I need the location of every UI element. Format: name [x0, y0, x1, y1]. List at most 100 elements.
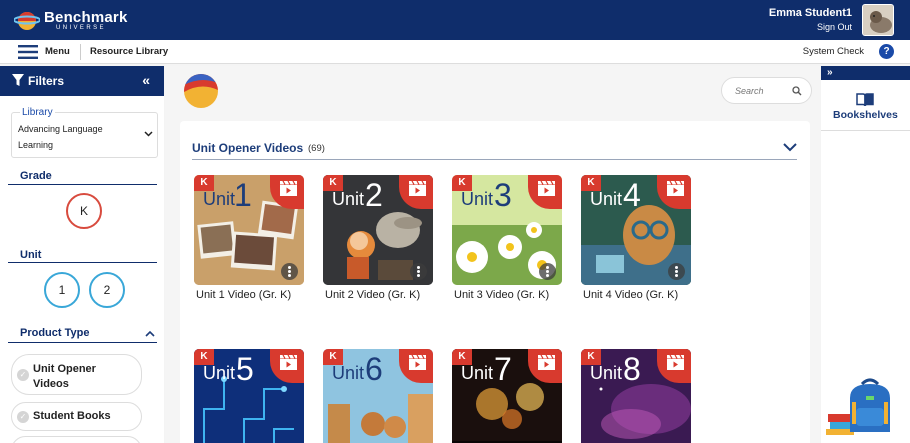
section-count: (69) [308, 143, 325, 154]
video-thumbnail[interactable]: Unit 7 K [452, 349, 562, 443]
product-type-divider [8, 342, 157, 343]
unit-word: Unit [590, 189, 623, 209]
bookshelves-button[interactable]: Bookshelves [833, 109, 898, 121]
breadcrumb-resource-library[interactable]: Resource Library [90, 46, 168, 57]
check-icon: ✓ [17, 369, 29, 381]
unit-number: 1 [234, 177, 252, 213]
product-type-label-text: Unit Opener Videos [33, 363, 96, 390]
unit-number: 5 [236, 351, 254, 387]
grade-badge: K [581, 349, 601, 365]
unit-word: Unit [461, 189, 494, 209]
product-type-unit-opener-videos[interactable]: ✓ Unit Opener Videos [11, 354, 142, 395]
video-thumbnail[interactable]: Unit 4 K [581, 175, 691, 285]
unit-word: Unit [332, 363, 365, 383]
video-title[interactable]: Unit 2 Video (Gr. K) [325, 289, 420, 301]
video-title[interactable]: Unit 3 Video (Gr. K) [454, 289, 549, 301]
chevron-down-icon[interactable] [144, 129, 153, 138]
unit-label: Unit [20, 249, 42, 261]
unit-1-button[interactable]: 1 [44, 272, 80, 308]
product-type-more[interactable] [11, 436, 142, 443]
top-header: Benchmark UNIVERSE Emma Student1 Sign Ou… [0, 0, 910, 40]
unit-word: Unit [203, 363, 236, 383]
video-clapper-icon [667, 355, 684, 370]
unit-word: Unit [461, 363, 494, 383]
unit-divider [8, 262, 157, 263]
backpack-icon[interactable] [826, 378, 898, 436]
video-clapper-icon [409, 181, 426, 196]
video-clapper-icon [280, 181, 297, 196]
video-title[interactable]: Unit 4 Video (Gr. K) [583, 289, 678, 301]
video-thumbnail[interactable]: Unit 6 K [323, 349, 433, 443]
video-thumbnail[interactable]: Unit 5 K [194, 349, 304, 443]
grade-badge: K [452, 349, 472, 365]
grade-divider [8, 184, 157, 185]
sign-out-link[interactable]: Sign Out [817, 22, 852, 32]
avatar[interactable] [862, 4, 894, 36]
search-placeholder: Search [735, 86, 764, 96]
library-value[interactable]: Advancing Language Learning [18, 121, 133, 153]
video-clapper-icon [667, 181, 684, 196]
video-title[interactable]: Unit 1 Video (Gr. K) [196, 289, 291, 301]
video-thumbnail[interactable]: Unit 8 K [581, 349, 691, 443]
chevron-up-icon[interactable] [145, 330, 155, 338]
unit-number: 6 [365, 351, 383, 387]
unit-number: 3 [494, 177, 512, 213]
video-clapper-icon [538, 355, 555, 370]
video-clapper-icon [538, 181, 555, 196]
unit-number: 8 [623, 351, 641, 387]
unit-word: Unit [203, 189, 236, 209]
grade-k-button[interactable]: K [66, 193, 102, 229]
help-icon[interactable]: ? [879, 44, 894, 59]
filters-header: Filters « [0, 66, 164, 96]
product-type-label-text: Student Books [33, 410, 111, 422]
book-icon[interactable] [856, 93, 874, 107]
video-thumbnail[interactable]: Unit 3 K [452, 175, 562, 285]
search-icon[interactable] [792, 86, 802, 96]
product-type-label: Product Type [20, 327, 90, 339]
grade-badge: K [323, 175, 343, 191]
more-options-icon[interactable] [410, 263, 427, 280]
video-clapper-icon [280, 355, 297, 370]
main-content: Search Unit Opener Videos (69) Unit 1 K … [165, 66, 820, 443]
logo-text: Benchmark [44, 9, 128, 26]
grade-badge: K [581, 175, 601, 191]
divider [80, 44, 81, 60]
hamburger-menu-icon[interactable] [18, 45, 38, 59]
library-label: Library [20, 107, 55, 118]
product-type-student-books[interactable]: ✓ Student Books [11, 402, 142, 431]
more-options-icon[interactable] [281, 263, 298, 280]
more-options-icon[interactable] [668, 263, 685, 280]
unit-word: Unit [590, 363, 623, 383]
video-thumbnail[interactable]: Unit 2 K [323, 175, 433, 285]
section-divider [192, 159, 797, 160]
unit-2-button[interactable]: 2 [89, 272, 125, 308]
video-clapper-icon [409, 355, 426, 370]
divider [821, 130, 910, 131]
grade-badge: K [194, 175, 214, 191]
brand-logo-icon [184, 74, 218, 108]
system-check-link[interactable]: System Check [803, 46, 864, 57]
filters-panel: Filters « Library Advancing Language Lea… [0, 66, 164, 443]
check-icon: ✓ [17, 411, 29, 423]
sub-header: Menu Resource Library System Check ? [0, 40, 910, 64]
grade-label: Grade [20, 170, 52, 182]
grade-badge: K [323, 349, 343, 365]
collapse-filters-icon[interactable]: « [142, 72, 150, 88]
unit-word: Unit [332, 189, 365, 209]
logo-subtext: UNIVERSE [56, 25, 106, 31]
chevron-down-icon[interactable] [783, 142, 797, 152]
menu-button[interactable]: Menu [45, 46, 70, 57]
user-name: Emma Student1 [768, 7, 852, 19]
video-thumbnail[interactable]: Unit 1 K [194, 175, 304, 285]
unit-opener-videos-section: Unit Opener Videos (69) Unit 1 K Unit 1 … [180, 121, 810, 443]
benchmark-logo[interactable]: Benchmark UNIVERSE [14, 6, 127, 34]
search-input[interactable]: Search [721, 77, 812, 104]
unit-number: 4 [623, 177, 641, 213]
filters-title: Filters [28, 74, 65, 88]
section-title[interactable]: Unit Opener Videos [192, 141, 303, 155]
grade-badge: K [194, 349, 214, 365]
expand-panel-icon[interactable]: » [821, 66, 910, 80]
grade-badge: K [452, 175, 472, 191]
unit-number: 2 [365, 177, 383, 213]
more-options-icon[interactable] [539, 263, 556, 280]
